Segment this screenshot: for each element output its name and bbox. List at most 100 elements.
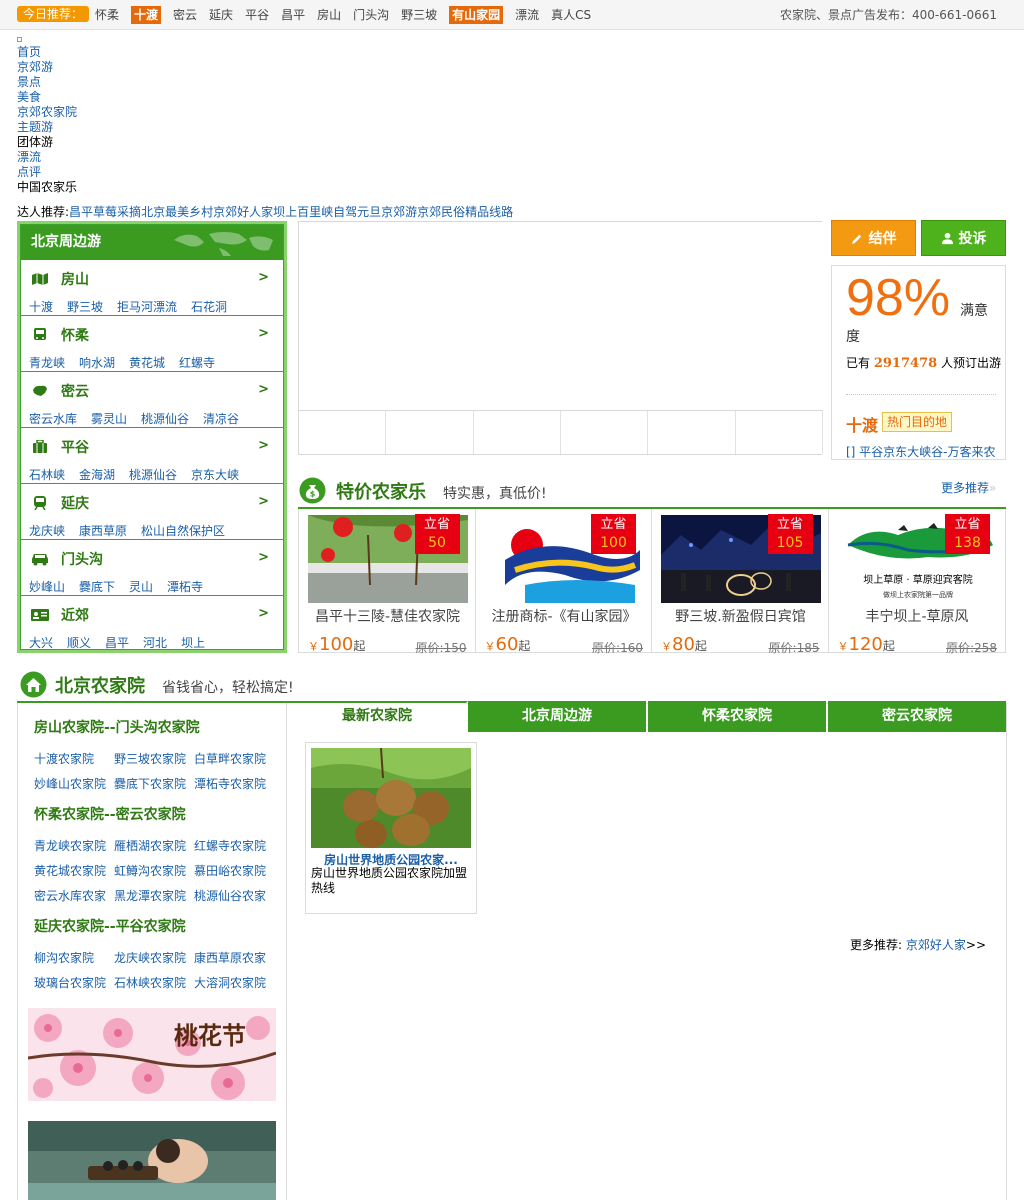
- deal-card[interactable]: 立省 100 注册商标-《有山家园》 ￥60起 原价:160: [476, 509, 653, 655]
- region-link[interactable]: 康西草原: [79, 524, 127, 539]
- farmhouse-link[interactable]: 白草畔农家院: [194, 747, 274, 772]
- region-link[interactable]: 雾灵山: [91, 412, 127, 427]
- top-recommend-link[interactable]: 真人CS: [551, 6, 591, 24]
- farmhouse-link[interactable]: 雁栖湖农家院: [114, 834, 194, 859]
- top-recommend-link[interactable]: 昌平: [281, 6, 305, 24]
- top-recommend-link[interactable]: 十渡: [131, 6, 162, 24]
- region-link[interactable]: 清凉谷: [203, 412, 239, 427]
- chevron-right-icon[interactable]: >: [258, 550, 269, 565]
- top-recommend-link[interactable]: 野三坡: [401, 6, 437, 24]
- farmhouse-tab[interactable]: 北京周边游: [468, 701, 648, 732]
- region-title[interactable]: 延庆: [31, 492, 89, 514]
- farmhouse-tab[interactable]: 怀柔农家院: [648, 701, 828, 732]
- farmhouse-link[interactable]: 黑龙潭农家院: [114, 884, 194, 909]
- region-link[interactable]: 大兴: [29, 636, 53, 651]
- deal-name[interactable]: 注册商标-《有山家园》: [476, 606, 653, 626]
- region-title[interactable]: 怀柔: [31, 324, 89, 346]
- chevron-right-icon[interactable]: >: [258, 438, 269, 453]
- region-link[interactable]: 青龙峡: [29, 356, 65, 371]
- farmhouse-link[interactable]: 野三坡农家院: [114, 747, 194, 772]
- banner-thumb[interactable]: [648, 411, 736, 454]
- farmhouse-link[interactable]: 十渡农家院: [34, 747, 114, 772]
- banner-thumb[interactable]: [736, 411, 823, 454]
- deal-card[interactable]: 立省 50 昌平十三陵-慧佳农家院 ￥100起 原价:150: [299, 509, 476, 655]
- region-title[interactable]: 平谷: [31, 436, 89, 458]
- hot-news-link[interactable]: [] 平谷京东大峡谷-万客来农: [846, 443, 998, 460]
- region-link[interactable]: 红螺寺: [179, 356, 215, 371]
- more-recommend-link[interactable]: 京郊好人家: [906, 938, 966, 952]
- region-title[interactable]: 门头沟: [31, 548, 103, 570]
- region-link[interactable]: 松山自然保护区: [141, 524, 225, 539]
- expert-link[interactable]: 百里峡自驾: [297, 205, 357, 219]
- deal-card[interactable]: 坝上草原 · 草原迎宾客院 做坝上农家院第一品牌 立省 138 丰宁坝上-草原风 ￥120…: [829, 509, 1006, 655]
- expert-link[interactable]: 京郊好人家: [213, 205, 273, 219]
- farmhouse-link[interactable]: 桃源仙谷农家: [194, 884, 274, 909]
- chevron-right-icon[interactable]: >: [258, 382, 269, 397]
- expert-link[interactable]: 昌平草莓采摘: [69, 205, 141, 219]
- farmhouse-tab[interactable]: 密云农家院: [828, 701, 1006, 732]
- region-link[interactable]: 桃源仙谷: [141, 412, 189, 427]
- nav-item[interactable]: 主题游: [17, 120, 317, 135]
- peach-festival-banner[interactable]: 桃花节: [28, 1008, 276, 1101]
- farmhouse-link[interactable]: 潭柘寺农家院: [194, 772, 274, 797]
- deal-card[interactable]: 立省 105 野三坡.新盈假日宾馆 ￥80起 原价:185: [652, 509, 829, 655]
- farmhouse-link[interactable]: 青龙峡农家院: [34, 834, 114, 859]
- farmhouse-link[interactable]: 密云水库农家: [34, 884, 114, 909]
- region-link[interactable]: 黄花城: [129, 356, 165, 371]
- top-recommend-link[interactable]: 有山家园: [449, 6, 504, 24]
- top-recommend-link[interactable]: 门头沟: [353, 6, 389, 24]
- chevron-right-icon[interactable]: >: [258, 606, 269, 621]
- nav-item[interactable]: 景点: [17, 75, 317, 90]
- farmhouse-link[interactable]: 大溶洞农家院: [194, 971, 274, 996]
- spa-banner[interactable]: [28, 1121, 276, 1200]
- nav-item[interactable]: 首页: [17, 45, 317, 60]
- expert-link[interactable]: 京郊民俗精品线路: [417, 205, 513, 219]
- nav-item[interactable]: 京郊游: [17, 60, 317, 75]
- deal-name[interactable]: 昌平十三陵-慧佳农家院: [299, 606, 476, 626]
- region-link[interactable]: 京东大峡: [191, 468, 239, 483]
- farmhouse-link[interactable]: 虹鳟沟农家院: [114, 859, 194, 884]
- top-recommend-link[interactable]: 房山: [317, 6, 341, 24]
- region-title[interactable]: 近郊: [31, 604, 89, 626]
- banner-slider[interactable]: [298, 221, 823, 455]
- farmhouse-link[interactable]: 柳沟农家院: [34, 946, 114, 971]
- region-link[interactable]: 十渡: [29, 300, 53, 315]
- banner-thumb[interactable]: [299, 411, 387, 454]
- farmhouse-tab[interactable]: 最新农家院: [288, 701, 468, 732]
- deals-more-link[interactable]: 更多推荐»: [941, 479, 996, 496]
- farmhouse-link[interactable]: 龙庆峡农家院: [114, 946, 194, 971]
- top-recommend-link[interactable]: 怀柔: [95, 6, 119, 24]
- region-link[interactable]: 爨底下: [79, 580, 115, 595]
- region-link[interactable]: 响水湖: [79, 356, 115, 371]
- farmhouse-link[interactable]: 黄花城农家院: [34, 859, 114, 884]
- region-link[interactable]: 龙庆峡: [29, 524, 65, 539]
- region-title[interactable]: 房山: [31, 268, 89, 290]
- region-link[interactable]: 潭柘寺: [167, 580, 203, 595]
- region-link[interactable]: 石花洞: [191, 300, 227, 315]
- region-link[interactable]: 拒马河漂流: [117, 300, 177, 315]
- banner-thumb[interactable]: [474, 411, 561, 454]
- region-link[interactable]: 坝上: [181, 636, 205, 651]
- top-recommend-link[interactable]: 平谷: [245, 6, 269, 24]
- deal-name[interactable]: 丰宁坝上-草原风: [829, 606, 1006, 626]
- farmhouse-link[interactable]: 石林峡农家院: [114, 971, 194, 996]
- farmhouse-link[interactable]: 康西草原农家: [194, 946, 274, 971]
- chevron-right-icon[interactable]: >: [258, 494, 269, 509]
- region-link[interactable]: 河北: [143, 636, 167, 651]
- deal-name[interactable]: 野三坡.新盈假日宾馆: [652, 606, 829, 626]
- region-link[interactable]: 石林峡: [29, 468, 65, 483]
- complain-button[interactable]: 投诉: [921, 220, 1006, 256]
- farmhouse-card[interactable]: 房山世界地质公园农家... 房山世界地质公园农家院加盟热线: [305, 742, 477, 914]
- expert-link[interactable]: 元旦京郊游: [357, 205, 417, 219]
- partner-button[interactable]: 结伴: [831, 220, 916, 256]
- nav-item[interactable]: 点评: [17, 165, 317, 180]
- chevron-right-icon[interactable]: >: [258, 270, 269, 285]
- nav-item[interactable]: 美食: [17, 90, 317, 105]
- top-recommend-link[interactable]: 漂流: [515, 6, 539, 24]
- region-link[interactable]: 昌平: [105, 636, 129, 651]
- farmhouse-link[interactable]: 玻璃台农家院: [34, 971, 114, 996]
- region-link[interactable]: 灵山: [129, 580, 153, 595]
- farmhouse-link[interactable]: 慕田峪农家院: [194, 859, 274, 884]
- farmhouse-link[interactable]: 妙峰山农家院: [34, 772, 114, 797]
- farmhouse-link[interactable]: 红螺寺农家院: [194, 834, 274, 859]
